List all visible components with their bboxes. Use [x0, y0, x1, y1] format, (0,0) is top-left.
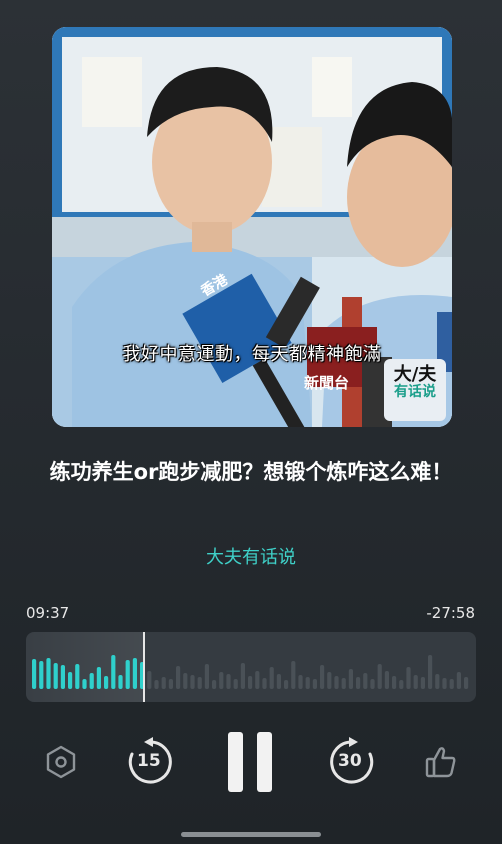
waveform-bar [370, 679, 375, 689]
remaining-time: -27:58 [426, 604, 475, 622]
waveform-bar [89, 673, 94, 689]
waveform-bar [39, 661, 44, 689]
waveform-bar [212, 680, 217, 689]
waveform-bar [262, 678, 267, 689]
playback-controls: 15 30 [0, 730, 502, 794]
waveform-bar [82, 679, 87, 689]
waveform-bar [377, 664, 382, 689]
brand-badge-line2: 有话说 [394, 383, 436, 400]
waveform-bar [176, 666, 181, 689]
speed-button[interactable] [40, 730, 82, 794]
waveform-bar [406, 667, 411, 689]
skip-forward-seconds: 30 [338, 751, 362, 771]
skip-forward-button[interactable]: 30 [324, 730, 380, 794]
waveform-bar [449, 679, 454, 689]
waveform-bar [125, 660, 130, 689]
episode-title: 练功养生or跑步减肥？想锻个炼咋这么难！ [49, 460, 453, 484]
waveform-bar [75, 664, 80, 689]
waveform-bar [96, 667, 101, 689]
waveform-bar [305, 677, 310, 689]
waveform-bar [428, 655, 433, 689]
brand-badge: 大/夫 有话说 [384, 359, 446, 421]
waveform-bar [118, 675, 123, 689]
skip-back-seconds: 15 [137, 751, 161, 771]
waveform-bar [334, 676, 339, 689]
skip-back-button[interactable]: 15 [122, 730, 178, 794]
playhead[interactable] [142, 632, 145, 702]
waveform-bar [327, 672, 332, 689]
waveform-bar [53, 663, 58, 689]
pause-icon [228, 732, 272, 792]
like-button[interactable] [420, 730, 462, 794]
waveform-bar [147, 671, 152, 689]
waveform-bar [68, 672, 73, 689]
waveform-bar [464, 677, 469, 689]
waveform-bar [348, 669, 353, 689]
waveform-bar [420, 677, 425, 689]
waveform-bar [399, 680, 404, 689]
waveform-bar [154, 680, 159, 689]
elapsed-time: 09:37 [26, 604, 70, 622]
waveform-bar [341, 678, 346, 689]
waveform-bar [132, 658, 137, 689]
waveform-bar [204, 664, 209, 689]
pause-button[interactable] [222, 730, 278, 794]
waveform-bar [248, 676, 253, 689]
waveform-bar [284, 680, 289, 689]
waveform-bar [312, 679, 317, 689]
waveform-bar [435, 674, 440, 689]
waveform-bar [276, 674, 281, 689]
waveform-bar [298, 675, 303, 689]
hexagon-settings-icon [46, 745, 76, 779]
home-indicator[interactable] [181, 832, 321, 837]
waveform-bar [291, 661, 296, 689]
waveform-bar [111, 655, 116, 689]
waveform-bar [60, 665, 65, 689]
thumbs-up-icon [425, 747, 456, 778]
podcast-author-link[interactable]: 大夫有话说 [0, 543, 502, 569]
waveform-bar [413, 675, 418, 689]
waveform-bar [320, 665, 325, 689]
waveform-bar [363, 673, 368, 689]
waveform-bars [32, 655, 469, 689]
waveform-bar [226, 674, 231, 689]
waveform-bar [190, 675, 195, 689]
waveform-bar [183, 673, 188, 689]
waveform-scrubber[interactable] [26, 632, 476, 702]
waveform-bar [233, 679, 238, 689]
cover-art: 香港 新聞台 我好中意運動，每天都精神飽滿 大/夫 有话说 [52, 27, 452, 427]
waveform-bar [32, 659, 37, 689]
waveform-bar [104, 676, 109, 689]
waveform-bar [46, 658, 51, 689]
waveform-bar [356, 677, 361, 689]
waveform-bar [197, 677, 202, 689]
brand-badge-line1: 大/夫 [393, 364, 437, 385]
microphone-tag-label: 新聞台 [304, 374, 350, 392]
waveform-bar [392, 676, 397, 689]
waveform-bar [219, 672, 224, 689]
waveform-bar [255, 671, 260, 689]
waveform-bar [384, 671, 389, 689]
waveform-bar [442, 678, 447, 689]
waveform-bar [456, 672, 461, 689]
waveform-bar [168, 679, 173, 689]
waveform-bar [240, 663, 245, 689]
waveform-bar [269, 667, 274, 689]
waveform-bar [161, 677, 166, 689]
